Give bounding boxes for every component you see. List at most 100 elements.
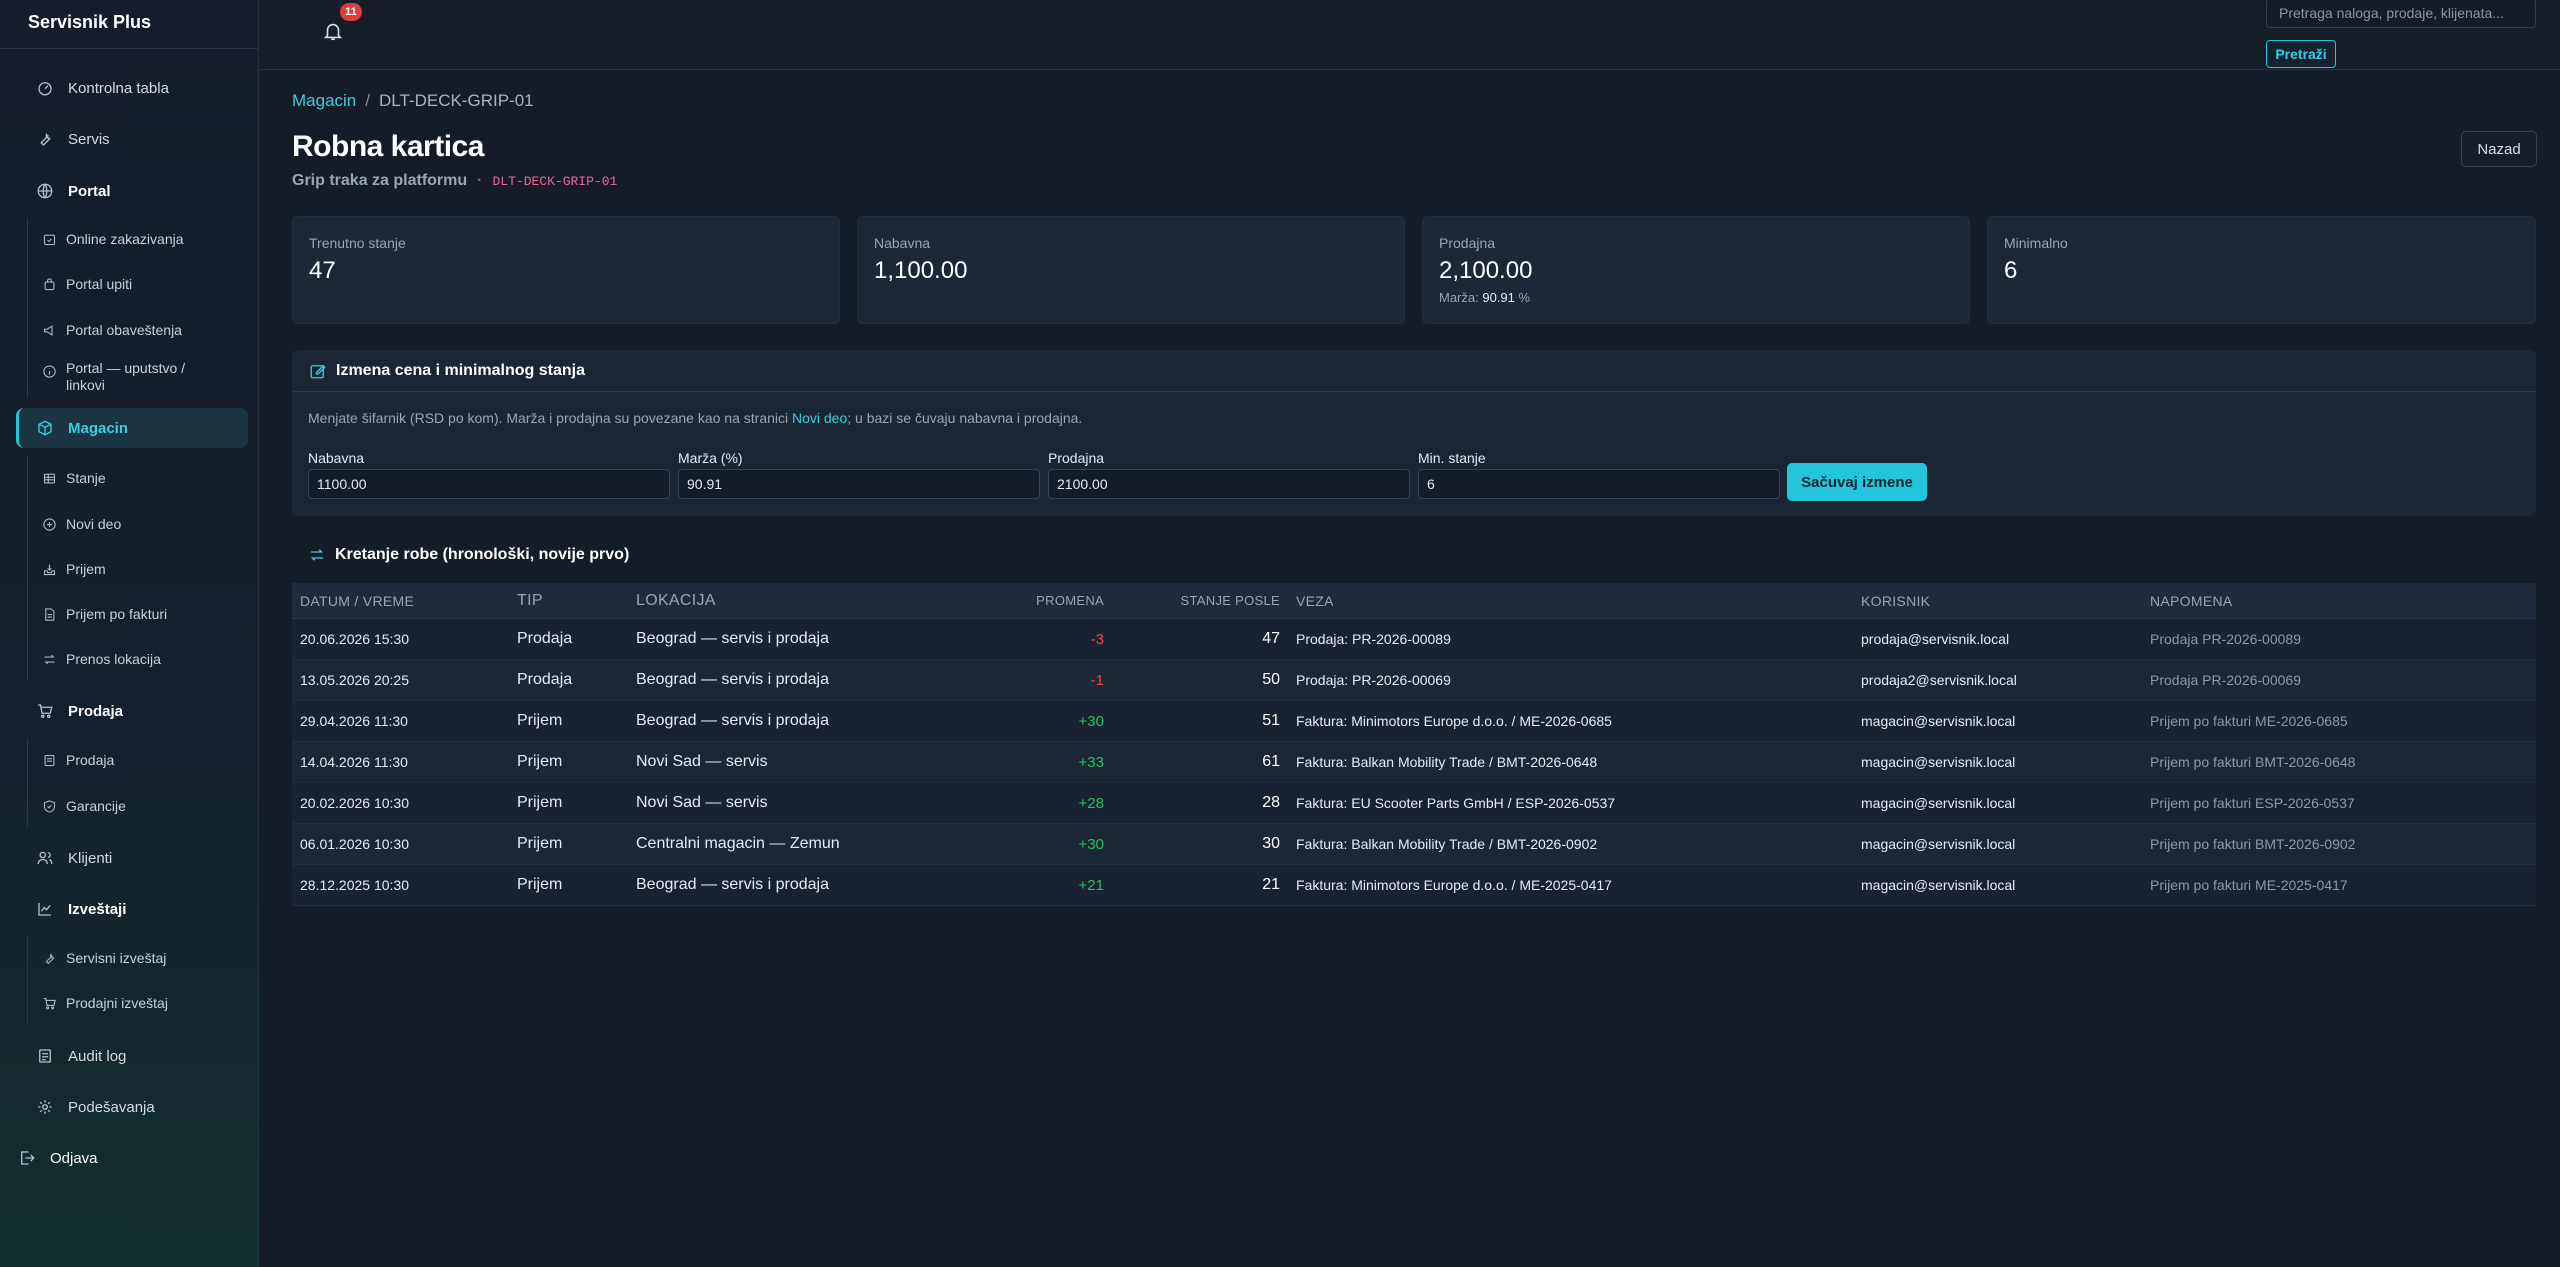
col-link[interactable]: Veza: [1288, 593, 1853, 609]
gear-icon: [34, 1096, 56, 1118]
stat-sale-price: Prodajna 2,100.00 Marža: 90.91 %: [1422, 216, 1970, 324]
sidebar-subitem-prodajni-izvestaj[interactable]: Prodajni izveštaj: [40, 994, 250, 1012]
stat-value: 6: [2004, 257, 2018, 284]
sidebar-subitem-stanje[interactable]: Stanje: [40, 469, 250, 487]
sidebar-subitem-portal-upiti[interactable]: Portal upiti: [40, 275, 250, 293]
sidebar-item-podesavanja[interactable]: Podešavanja: [16, 1087, 248, 1127]
box-icon: [34, 417, 56, 439]
sidebar-item-klijenti[interactable]: Klijenti: [16, 838, 248, 878]
novi-deo-link[interactable]: Novi deo: [792, 410, 847, 426]
cell-note: Prijem po fakturi ME-2025-0417: [2150, 877, 2348, 893]
col-stock-after[interactable]: Stanje posle: [1112, 593, 1288, 608]
col-user[interactable]: Korisnik: [1853, 593, 2142, 609]
cell-link: Faktura: Balkan Mobility Trade / BMT-202…: [1296, 836, 1598, 852]
logout-button[interactable]: Odjava: [0, 1138, 232, 1178]
sidebar-item-portal[interactable]: Portal: [16, 171, 248, 211]
purchase-input[interactable]: [308, 469, 670, 499]
cell-date: 20.02.2026 10:30: [300, 795, 409, 811]
breadcrumb-parent-link[interactable]: Magacin: [292, 91, 356, 110]
cell-note: Prijem po fakturi BMT-2026-0902: [2150, 836, 2356, 852]
cell-change: +30: [1078, 712, 1104, 730]
cell-user: magacin@servisnik.local: [1861, 795, 2016, 811]
cell-user: prodaja@servisnik.local: [1861, 631, 2010, 647]
notifications-button[interactable]: [322, 20, 346, 44]
sidebar-item-servis[interactable]: Servis: [16, 119, 248, 159]
cell-date: 14.04.2026 11:30: [300, 754, 408, 770]
cell-type: Prijem: [517, 712, 563, 729]
table-row[interactable]: 28.12.2025 10:30 Prijem Beograd — servis i…: [292, 865, 2536, 906]
stat-label: Nabavna: [874, 235, 931, 251]
margin-label: Marža (%): [678, 450, 743, 466]
cell-user: magacin@servisnik.local: [1861, 754, 2016, 770]
cell-note: Prijem po fakturi ESP-2026-0537: [2150, 795, 2355, 811]
sidebar-subitem-prijem[interactable]: Prijem: [40, 560, 250, 578]
table-row[interactable]: 06.01.2026 10:30 Prijem Centralni magacin …: [292, 824, 2536, 865]
separator-dot: ·: [477, 172, 483, 189]
page-title: Robna kartica: [292, 130, 484, 163]
col-note[interactable]: Napomena: [2142, 593, 2532, 609]
search-input[interactable]: [2266, 0, 2536, 28]
cell-user: magacin@servisnik.local: [1861, 836, 2016, 852]
sidebar-item-prodaja[interactable]: Prodaja: [16, 691, 248, 731]
col-type[interactable]: Tip: [509, 592, 628, 610]
bell-icon: [323, 23, 343, 41]
megaphone-icon: [40, 321, 58, 339]
table-row[interactable]: 14.04.2026 11:30 Prijem Novi Sad — servis +…: [292, 742, 2536, 783]
cell-change: +28: [1078, 794, 1104, 812]
cell-note: Prijem po fakturi ME-2026-0685: [2150, 713, 2348, 729]
min-stock-label: Min. stanje: [1418, 450, 1486, 466]
cell-note: Prijem po fakturi BMT-2026-0648: [2150, 754, 2356, 770]
sidebar-item-dashboard[interactable]: Kontrolna tabla: [16, 68, 248, 108]
sidebar-subitem-online-zakazivanja[interactable]: Online zakazivanja: [40, 230, 250, 248]
cell-location: Beograd — servis i prodaja: [636, 630, 829, 647]
back-button[interactable]: Nazad: [2461, 131, 2537, 167]
sidebar-item-magacin[interactable]: Magacin: [16, 408, 248, 448]
cell-stock-after: 28: [1262, 794, 1280, 811]
cell-user: magacin@servisnik.local: [1861, 713, 2016, 729]
cell-location: Beograd — servis i prodaja: [636, 876, 829, 893]
table-row[interactable]: 20.02.2026 10:30 Prijem Novi Sad — servis +…: [292, 783, 2536, 824]
sidebar-subitem-portal-obavestenja[interactable]: Portal obaveštenja: [40, 321, 250, 339]
col-date[interactable]: Datum / vreme: [292, 593, 509, 609]
shield-icon: [40, 797, 58, 815]
cell-type: Prijem: [517, 876, 563, 893]
sidebar-item-izvestaji[interactable]: Izveštaji: [16, 889, 248, 929]
sidebar-subitem-garancije[interactable]: Garancije: [40, 797, 250, 815]
cart-icon: [34, 700, 56, 722]
cell-location: Novi Sad — servis: [636, 753, 768, 770]
transfer-icon: [40, 650, 58, 668]
list-icon: [34, 1045, 56, 1067]
bag-icon: [40, 275, 58, 293]
submenu-line: [27, 218, 28, 398]
cell-user: magacin@servisnik.local: [1861, 877, 2016, 893]
item-code: DLT-DECK-GRIP-01: [492, 173, 618, 189]
page-subtitle-row: Grip traka za platformu · DLT-DECK-GRIP-…: [292, 172, 617, 190]
col-location[interactable]: Lokacija: [628, 592, 978, 610]
sidebar-subitem-novi-deo[interactable]: Novi deo: [40, 515, 250, 533]
min-stock-input[interactable]: [1418, 469, 1780, 499]
sidebar-item-audit-log[interactable]: Audit log: [16, 1036, 248, 1076]
cell-note: Prodaja PR-2026-00069: [2150, 672, 2301, 688]
purchase-label: Nabavna: [308, 450, 365, 466]
sidebar-subitem-prijem-po-fakturi[interactable]: Prijem po fakturi: [40, 605, 250, 623]
col-change[interactable]: Promena: [978, 593, 1112, 608]
brand-logo[interactable]: Servisnik Plus: [28, 12, 151, 33]
cell-change: +33: [1078, 753, 1104, 771]
sidebar-subitem-prenos-lokacija[interactable]: Prenos lokacija: [40, 650, 250, 668]
table-row[interactable]: 29.04.2026 11:30 Prijem Beograd — servis i…: [292, 701, 2536, 742]
users-icon: [34, 847, 56, 869]
sidebar-subitem-servisni-izvestaj[interactable]: Servisni izveštaj: [40, 949, 250, 967]
edit-description: Menjate šifarnik (RSD po kom). Marža i p…: [308, 410, 1083, 426]
edit-icon: [308, 361, 328, 381]
table-row[interactable]: 20.06.2026 15:30 Prodaja Beograd — servis …: [292, 619, 2536, 660]
cell-link: Faktura: Balkan Mobility Trade / BMT-202…: [1296, 754, 1598, 770]
save-button[interactable]: Sačuvaj izmene: [1787, 463, 1927, 501]
stat-value: 47: [309, 257, 336, 284]
sale-input[interactable]: [1048, 469, 1410, 499]
table-row[interactable]: 13.05.2026 20:25 Prodaja Beograd — servis …: [292, 660, 2536, 701]
sidebar-subitem-prodaja[interactable]: Prodaja: [40, 751, 250, 769]
search-button[interactable]: Pretraži: [2266, 40, 2336, 68]
submenu-line: [27, 456, 28, 681]
margin-input[interactable]: [678, 469, 1040, 499]
sidebar-subitem-portal-uputstvo[interactable]: Portal — uputstvo / linkovi: [40, 360, 250, 394]
